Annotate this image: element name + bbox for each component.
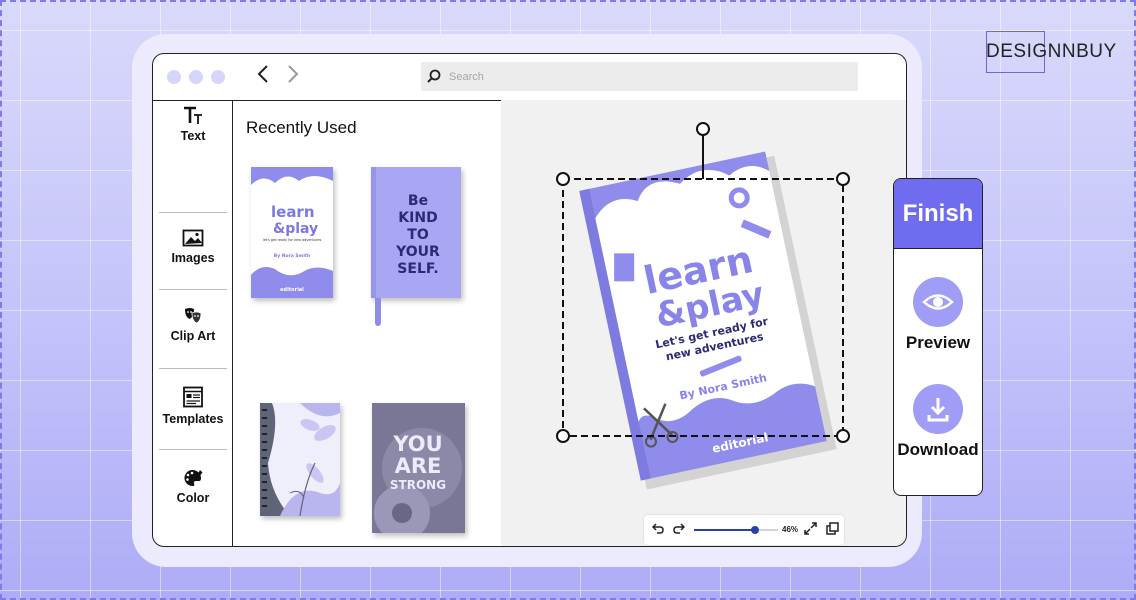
eye-icon (913, 277, 963, 327)
zoom-level: 46% (782, 525, 799, 534)
zoom-toolbar: 46% (644, 515, 844, 545)
undo-icon[interactable] (651, 522, 664, 537)
download-label: Download (897, 440, 979, 459)
resize-handle[interactable] (836, 429, 850, 443)
layers-icon[interactable] (826, 522, 839, 538)
resize-handle[interactable] (556, 429, 570, 443)
finish-button[interactable]: Finish (894, 179, 982, 249)
zoom-slider-handle[interactable] (751, 526, 760, 534)
finish-panel: Finish Preview Download (893, 178, 983, 496)
zoom-slider-fill (694, 529, 756, 531)
redo-icon[interactable] (673, 522, 686, 537)
download-button[interactable]: Download (894, 384, 982, 460)
resize-handle[interactable] (836, 172, 850, 186)
download-icon (913, 384, 963, 434)
preview-button[interactable]: Preview (894, 277, 982, 353)
resize-handle[interactable] (556, 172, 570, 186)
canvas-book[interactable]: learn &play Let's get ready for new adve… (579, 150, 837, 490)
preview-label: Preview (905, 333, 971, 352)
zoom-slider[interactable] (694, 526, 778, 534)
rotate-handle[interactable] (696, 122, 710, 136)
expand-icon[interactable] (804, 522, 817, 538)
